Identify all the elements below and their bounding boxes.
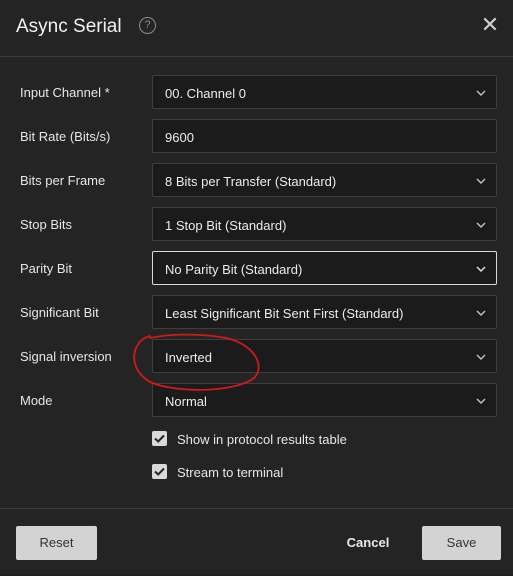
bit-rate-input[interactable]: 9600 — [152, 119, 497, 153]
mode-select[interactable]: Normal — [152, 383, 497, 417]
signal-inversion-select[interactable]: Inverted — [152, 339, 497, 373]
input-channel-row: Input Channel * 00. Channel 0 — [0, 75, 513, 111]
save-button[interactable]: Save — [422, 526, 501, 560]
chevron-down-icon — [476, 178, 486, 185]
checkmark-icon — [154, 467, 165, 476]
cancel-button[interactable]: Cancel — [337, 526, 399, 560]
parity-bit-select[interactable]: No Parity Bit (Standard) — [152, 251, 497, 285]
significant-bit-label: Significant Bit — [20, 305, 99, 320]
mode-row: Mode Normal — [0, 383, 513, 419]
input-channel-select[interactable]: 00. Channel 0 — [152, 75, 497, 109]
stop-bits-label: Stop Bits — [20, 217, 73, 232]
checkmark-icon — [154, 434, 165, 443]
mode-value: Normal — [165, 394, 207, 409]
input-channel-label: Input Channel * — [20, 85, 110, 100]
signal-inversion-row: Signal inversion Inverted — [0, 339, 513, 375]
significant-bit-select[interactable]: Least Significant Bit Sent First (Standa… — [152, 295, 497, 329]
parity-bit-value: No Parity Bit (Standard) — [165, 262, 303, 277]
chevron-down-icon — [476, 310, 486, 317]
dialog-footer: Reset Cancel Save — [0, 508, 513, 576]
stop-bits-value: 1 Stop Bit (Standard) — [165, 218, 287, 233]
close-icon[interactable]: ✕ — [479, 14, 501, 36]
stream-to-terminal-checkbox[interactable] — [152, 464, 167, 479]
bits-per-frame-select[interactable]: 8 Bits per Transfer (Standard) — [152, 163, 497, 197]
stop-bits-select[interactable]: 1 Stop Bit (Standard) — [152, 207, 497, 241]
input-channel-value: 00. Channel 0 — [165, 86, 246, 101]
chevron-down-icon — [476, 354, 486, 361]
bit-rate-row: Bit Rate (Bits/s) 9600 — [0, 119, 513, 155]
stream-to-terminal-label: Stream to terminal — [177, 465, 284, 480]
bit-rate-value: 9600 — [165, 130, 194, 145]
significant-bit-value: Least Significant Bit Sent First (Standa… — [165, 306, 404, 321]
help-icon[interactable]: ? — [139, 17, 156, 34]
bits-per-frame-label: Bits per Frame — [20, 173, 106, 188]
signal-inversion-value: Inverted — [165, 350, 212, 365]
dialog-header: Async Serial ? ✕ — [0, 0, 513, 57]
mode-label: Mode — [20, 393, 53, 408]
reset-button[interactable]: Reset — [16, 526, 97, 560]
chevron-down-icon — [476, 222, 486, 229]
significant-bit-row: Significant Bit Least Significant Bit Se… — [0, 295, 513, 331]
chevron-down-icon — [476, 266, 486, 273]
bit-rate-label: Bit Rate (Bits/s) — [20, 129, 111, 144]
show-in-results-label: Show in protocol results table — [177, 432, 347, 447]
show-in-results-checkbox[interactable] — [152, 431, 167, 446]
bits-per-frame-value: 8 Bits per Transfer (Standard) — [165, 174, 337, 189]
async-serial-dialog: Async Serial ? ✕ Input Channel * 00. Cha… — [0, 0, 513, 575]
parity-bit-row: Parity Bit No Parity Bit (Standard) — [0, 251, 513, 287]
signal-inversion-label: Signal inversion — [20, 349, 112, 364]
dialog-title: Async Serial — [16, 16, 122, 37]
bits-per-frame-row: Bits per Frame 8 Bits per Transfer (Stan… — [0, 163, 513, 199]
chevron-down-icon — [476, 90, 486, 97]
stop-bits-row: Stop Bits 1 Stop Bit (Standard) — [0, 207, 513, 243]
parity-bit-label: Parity Bit — [20, 261, 73, 276]
chevron-down-icon — [476, 398, 486, 405]
